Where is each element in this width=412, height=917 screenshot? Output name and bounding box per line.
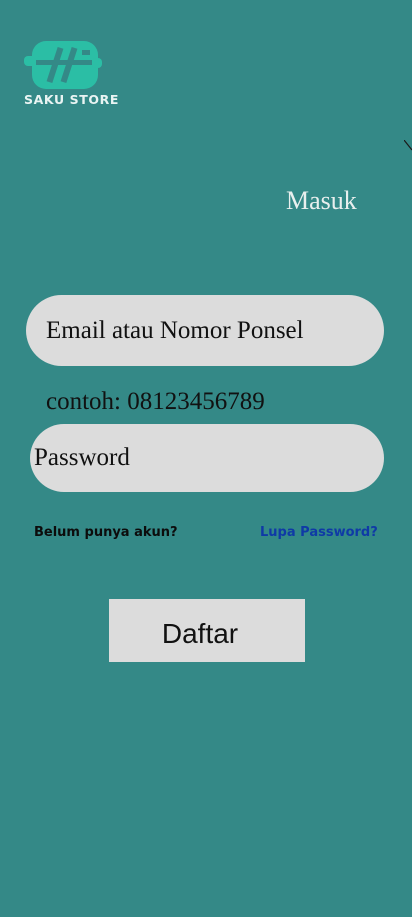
email-phone-placeholder: Email atau Nomor Ponsel [46,316,304,344]
register-link[interactable]: Belum punya akun? [34,525,178,540]
password-input[interactable]: Password [30,424,384,492]
email-phone-input[interactable]: Email atau Nomor Ponsel [26,295,384,366]
forgot-password-link[interactable]: Lupa Password? [260,525,378,540]
password-placeholder: Password [34,444,130,471]
brand-logo-text: SAKU STORE [24,92,119,107]
chevron-icon [404,140,412,151]
page-title: Masuk [286,186,357,215]
register-button-label: Daftar [161,617,239,649]
register-button[interactable]: Daftar [109,599,305,662]
phone-example-hint: contoh: 08123456789 [46,388,265,415]
